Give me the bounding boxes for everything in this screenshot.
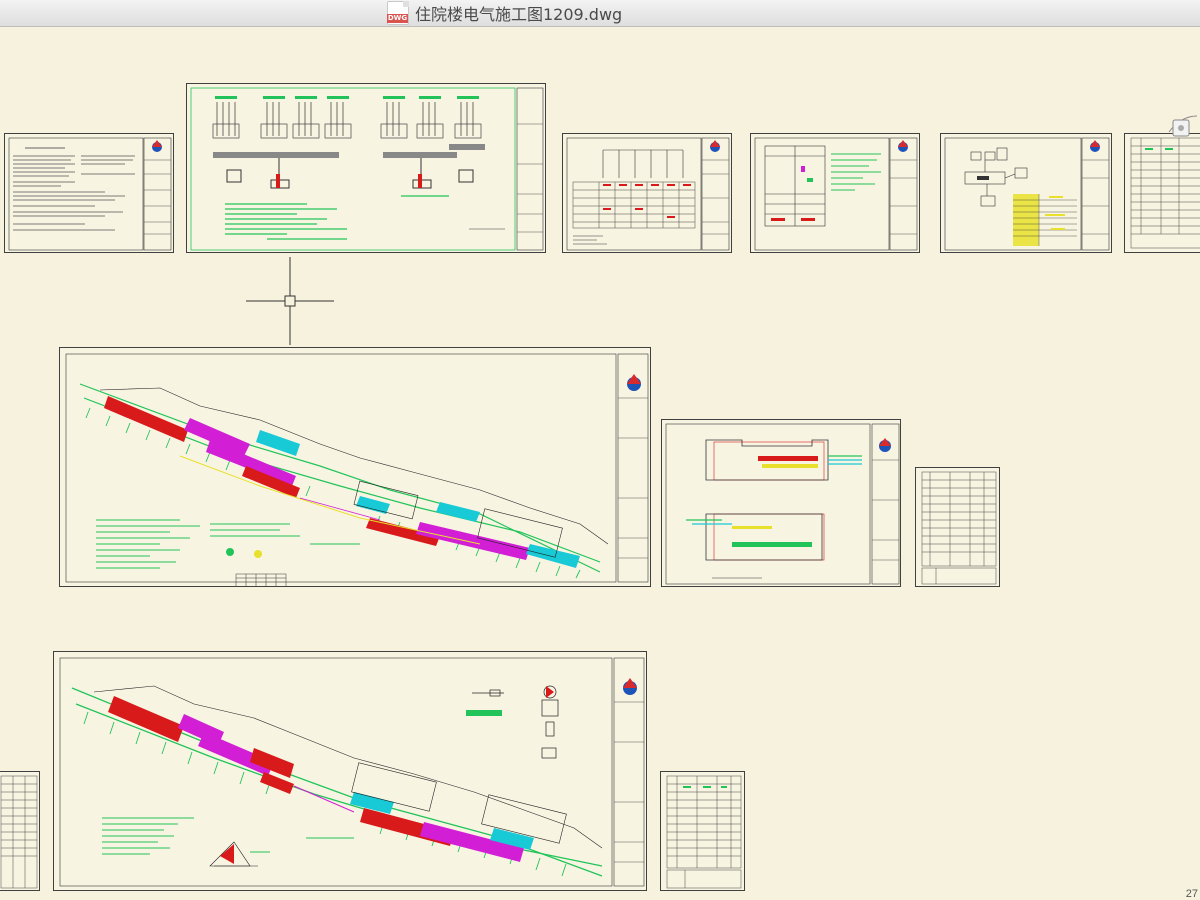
- window-title: 住院楼电气施工图1209.dwg: [415, 5, 623, 24]
- floor-power-plan-sheet[interactable]: [59, 347, 651, 587]
- equipment-wiring-sheet[interactable]: [940, 133, 1112, 253]
- panel-schematic-sheet[interactable]: [750, 133, 920, 253]
- window-title-group: DWG 住院楼电气施工图1209.dwg: [387, 1, 622, 25]
- distribution-system-diagram-sheet[interactable]: [186, 83, 546, 253]
- floor-lighting-plan-sheet[interactable]: [53, 651, 647, 891]
- drawing-canvas[interactable]: 27: [0, 27, 1200, 900]
- crosshair-cursor: [246, 257, 334, 345]
- title-bar: DWG 住院楼电气施工图1209.dwg: [0, 0, 1200, 27]
- page-counter: 27: [1185, 888, 1198, 900]
- material-list-sheet-bottom[interactable]: [660, 771, 745, 891]
- legend-sheet-left[interactable]: [0, 771, 40, 891]
- dwg-file-icon: DWG: [387, 1, 409, 25]
- distribution-box-diagram-sheet[interactable]: [562, 133, 732, 253]
- file-type-badge: DWG: [387, 14, 408, 23]
- material-list-sheet-middle[interactable]: [915, 467, 1000, 587]
- design-notes-sheet[interactable]: [4, 133, 174, 253]
- room-layout-plan-sheet[interactable]: [661, 419, 901, 587]
- navigation-wheel-icon[interactable]: [1163, 112, 1197, 162]
